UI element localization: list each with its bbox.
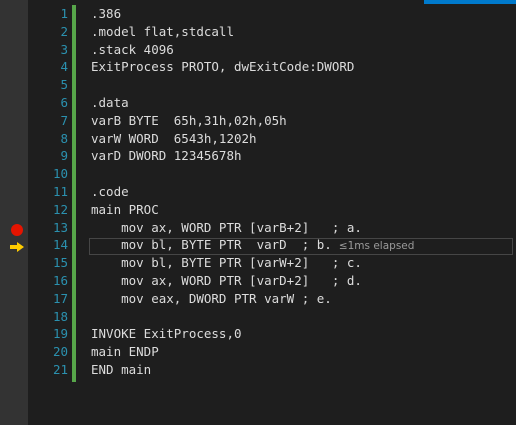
- code-line[interactable]: .model flat,stdcall: [91, 23, 511, 41]
- line-number: 2: [60, 23, 68, 39]
- code-line[interactable]: main ENDP: [91, 343, 511, 361]
- code-line[interactable]: .data: [91, 94, 511, 112]
- line-number: 4: [60, 59, 68, 75]
- line-number: 13: [52, 219, 68, 235]
- line-number: 6: [60, 94, 68, 110]
- code-line-text[interactable]: mov bl, BYTE PTR varD ; b.: [91, 237, 332, 252]
- line-number: 11: [52, 183, 68, 199]
- saved-changes-bar: [72, 5, 76, 382]
- code-line[interactable]: [91, 165, 511, 183]
- line-number: 7: [60, 112, 68, 128]
- code-line[interactable]: .stack 4096: [91, 41, 511, 59]
- line-number: 18: [52, 308, 68, 324]
- line-number: 19: [52, 326, 68, 342]
- code-line[interactable]: varB BYTE 65h,31h,02h,05h: [91, 112, 511, 130]
- line-number: 14: [52, 237, 68, 253]
- line-number: 12: [52, 201, 68, 217]
- code-line[interactable]: .386: [91, 5, 511, 23]
- code-line[interactable]: varW WORD 6543h,1202h: [91, 130, 511, 148]
- line-number: 15: [52, 255, 68, 271]
- code-area[interactable]: .386 .model flat,stdcall .stack 4096 Exi…: [91, 5, 511, 379]
- glyph-margin[interactable]: [0, 0, 28, 425]
- code-line[interactable]: INVOKE ExitProcess,0: [91, 325, 511, 343]
- code-line[interactable]: mov bl, BYTE PTR [varW+2] ; c.: [91, 254, 511, 272]
- line-number: 10: [52, 166, 68, 182]
- line-number: 1: [60, 6, 68, 21]
- line-number: 3: [60, 41, 68, 57]
- code-editor[interactable]: 1 2 3 4 5 6 7 8 9 10 11 12 13 14 15 16 1…: [0, 0, 516, 425]
- line-number: 9: [60, 148, 68, 164]
- line-number: 8: [60, 130, 68, 146]
- line-number: 21: [52, 361, 68, 377]
- line-number: 16: [52, 272, 68, 288]
- code-line[interactable]: END main: [91, 361, 511, 379]
- active-tab-accent: [424, 0, 516, 4]
- code-line[interactable]: mov ax, WORD PTR [varB+2] ; a.: [91, 219, 511, 237]
- line-number: 5: [60, 77, 68, 93]
- code-line[interactable]: mov ax, WORD PTR [varD+2] ; d.: [91, 272, 511, 290]
- current-code-line[interactable]: mov bl, BYTE PTR varD ; b. ≤1ms elapsed: [91, 236, 511, 254]
- code-line[interactable]: varD DWORD 12345678h: [91, 147, 511, 165]
- code-line[interactable]: main PROC: [91, 201, 511, 219]
- perf-tip[interactable]: ≤1ms elapsed: [339, 240, 415, 252]
- line-number-gutter: 1 2 3 4 5 6 7 8 9 10 11 12 13 14 15 16 1…: [28, 5, 68, 379]
- code-line[interactable]: mov eax, DWORD PTR varW ; e.: [91, 290, 511, 308]
- code-line[interactable]: .code: [91, 183, 511, 201]
- code-line[interactable]: [91, 308, 511, 326]
- line-number: 20: [52, 344, 68, 360]
- code-line[interactable]: ExitProcess PROTO, dwExitCode:DWORD: [91, 58, 511, 76]
- breakpoint-icon[interactable]: [11, 224, 23, 236]
- code-line[interactable]: [91, 76, 511, 94]
- execution-pointer-icon[interactable]: [10, 242, 24, 252]
- line-number: 17: [52, 290, 68, 306]
